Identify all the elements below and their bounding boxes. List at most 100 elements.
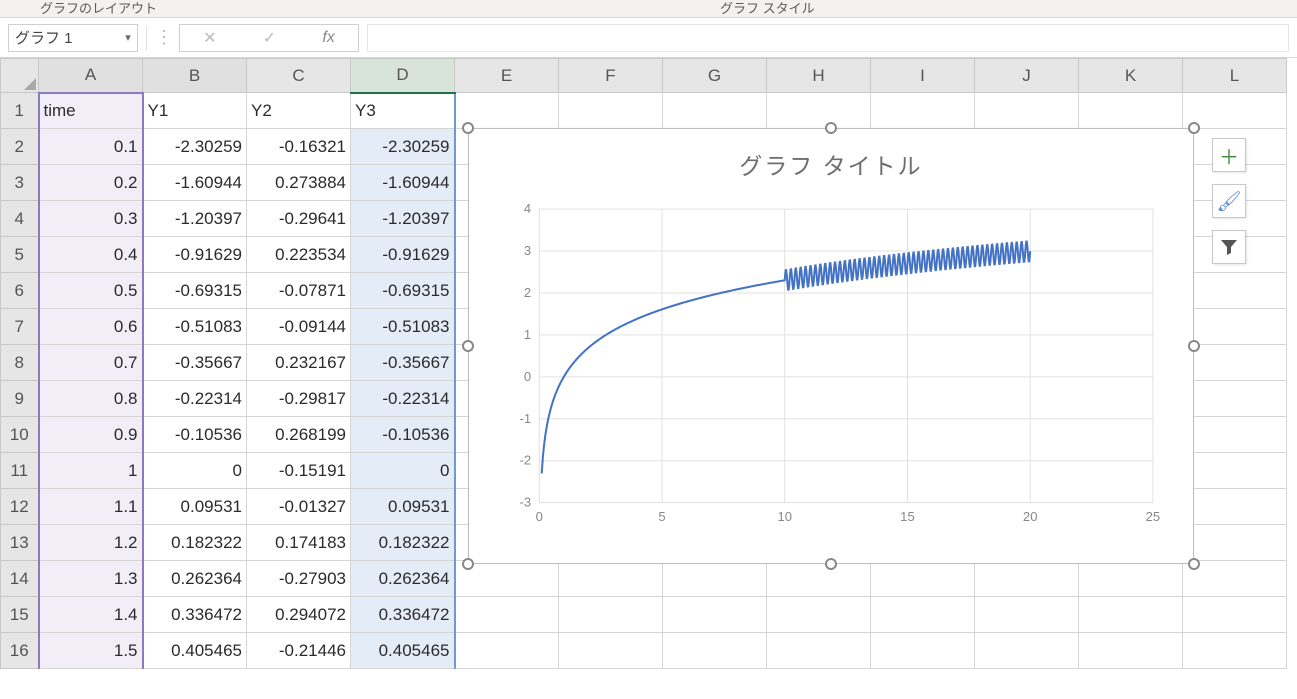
cell-A9[interactable]: 0.8 bbox=[39, 381, 143, 417]
column-header-G[interactable]: G bbox=[663, 59, 767, 93]
cell-H15[interactable] bbox=[767, 597, 871, 633]
cell-B12[interactable]: 0.09531 bbox=[143, 489, 247, 525]
cell-A14[interactable]: 1.3 bbox=[39, 561, 143, 597]
cell-D4[interactable]: -1.20397 bbox=[351, 201, 455, 237]
cell-A1[interactable]: time bbox=[39, 93, 143, 129]
cell-G1[interactable] bbox=[663, 93, 767, 129]
chart-title[interactable]: グラフ タイトル bbox=[469, 129, 1193, 181]
cell-I15[interactable] bbox=[871, 597, 975, 633]
name-box[interactable]: グラフ 1 ▾ bbox=[8, 24, 138, 52]
cell-L11[interactable] bbox=[1183, 453, 1287, 489]
cell-H1[interactable] bbox=[767, 93, 871, 129]
cell-L12[interactable] bbox=[1183, 489, 1287, 525]
row-header[interactable]: 4 bbox=[1, 201, 39, 237]
cell-I1[interactable] bbox=[871, 93, 975, 129]
cell-D5[interactable]: -0.91629 bbox=[351, 237, 455, 273]
cell-A3[interactable]: 0.2 bbox=[39, 165, 143, 201]
cell-C13[interactable]: 0.174183 bbox=[247, 525, 351, 561]
cell-B1[interactable]: Y1 bbox=[143, 93, 247, 129]
cell-L15[interactable] bbox=[1183, 597, 1287, 633]
row-header[interactable]: 8 bbox=[1, 345, 39, 381]
cell-A7[interactable]: 0.6 bbox=[39, 309, 143, 345]
accept-icon[interactable]: ✓ bbox=[263, 28, 276, 48]
cell-A4[interactable]: 0.3 bbox=[39, 201, 143, 237]
column-header-E[interactable]: E bbox=[455, 59, 559, 93]
cell-G14[interactable] bbox=[663, 561, 767, 597]
column-header-I[interactable]: I bbox=[871, 59, 975, 93]
cell-B11[interactable]: 0 bbox=[143, 453, 247, 489]
row-header[interactable]: 12 bbox=[1, 489, 39, 525]
cell-J16[interactable] bbox=[975, 633, 1079, 669]
cell-A6[interactable]: 0.5 bbox=[39, 273, 143, 309]
cell-A16[interactable]: 1.5 bbox=[39, 633, 143, 669]
cell-D2[interactable]: -2.30259 bbox=[351, 129, 455, 165]
cell-D12[interactable]: 0.09531 bbox=[351, 489, 455, 525]
cell-C10[interactable]: 0.268199 bbox=[247, 417, 351, 453]
select-all-cell[interactable] bbox=[1, 59, 39, 93]
column-header-F[interactable]: F bbox=[559, 59, 663, 93]
column-header-J[interactable]: J bbox=[975, 59, 1079, 93]
resize-handle[interactable] bbox=[1188, 122, 1200, 134]
column-header-L[interactable]: L bbox=[1183, 59, 1287, 93]
column-header-A[interactable]: A bbox=[39, 59, 143, 93]
cell-B10[interactable]: -0.10536 bbox=[143, 417, 247, 453]
cell-B8[interactable]: -0.35667 bbox=[143, 345, 247, 381]
cell-D6[interactable]: -0.69315 bbox=[351, 273, 455, 309]
cell-I14[interactable] bbox=[871, 561, 975, 597]
chart-elements-button[interactable]: ＋ bbox=[1212, 138, 1246, 172]
cell-K1[interactable] bbox=[1079, 93, 1183, 129]
chart-plot-area[interactable]: -3-2-1012340510152025 bbox=[499, 199, 1163, 533]
row-header[interactable]: 14 bbox=[1, 561, 39, 597]
cell-C5[interactable]: 0.223534 bbox=[247, 237, 351, 273]
cell-A10[interactable]: 0.9 bbox=[39, 417, 143, 453]
cell-H14[interactable] bbox=[767, 561, 871, 597]
cell-A8[interactable]: 0.7 bbox=[39, 345, 143, 381]
cell-E16[interactable] bbox=[455, 633, 559, 669]
cell-B7[interactable]: -0.51083 bbox=[143, 309, 247, 345]
row-header[interactable]: 9 bbox=[1, 381, 39, 417]
cell-C3[interactable]: 0.273884 bbox=[247, 165, 351, 201]
cell-L16[interactable] bbox=[1183, 633, 1287, 669]
cell-L13[interactable] bbox=[1183, 525, 1287, 561]
cell-B14[interactable]: 0.262364 bbox=[143, 561, 247, 597]
cancel-icon[interactable]: ✕ bbox=[203, 28, 216, 48]
cell-A12[interactable]: 1.1 bbox=[39, 489, 143, 525]
row-header[interactable]: 1 bbox=[1, 93, 39, 129]
cell-C4[interactable]: -0.29641 bbox=[247, 201, 351, 237]
chevron-down-icon[interactable]: ▾ bbox=[119, 31, 137, 44]
cell-D14[interactable]: 0.262364 bbox=[351, 561, 455, 597]
cell-G15[interactable] bbox=[663, 597, 767, 633]
cell-G16[interactable] bbox=[663, 633, 767, 669]
cell-C1[interactable]: Y2 bbox=[247, 93, 351, 129]
cell-A5[interactable]: 0.4 bbox=[39, 237, 143, 273]
cell-I16[interactable] bbox=[871, 633, 975, 669]
cell-B2[interactable]: -2.30259 bbox=[143, 129, 247, 165]
cell-D16[interactable]: 0.405465 bbox=[351, 633, 455, 669]
cell-K15[interactable] bbox=[1079, 597, 1183, 633]
cell-B15[interactable]: 0.336472 bbox=[143, 597, 247, 633]
row-header[interactable]: 13 bbox=[1, 525, 39, 561]
cell-C7[interactable]: -0.09144 bbox=[247, 309, 351, 345]
drag-handle-icon[interactable]: ⋮ bbox=[155, 27, 171, 48]
cell-C14[interactable]: -0.27903 bbox=[247, 561, 351, 597]
formula-input[interactable] bbox=[367, 24, 1289, 52]
cell-J1[interactable] bbox=[975, 93, 1079, 129]
row-header[interactable]: 16 bbox=[1, 633, 39, 669]
cell-K16[interactable] bbox=[1079, 633, 1183, 669]
cell-C11[interactable]: -0.15191 bbox=[247, 453, 351, 489]
row-header[interactable]: 15 bbox=[1, 597, 39, 633]
column-header-H[interactable]: H bbox=[767, 59, 871, 93]
cell-L7[interactable] bbox=[1183, 309, 1287, 345]
cell-F15[interactable] bbox=[559, 597, 663, 633]
cell-K14[interactable] bbox=[1079, 561, 1183, 597]
column-header-C[interactable]: C bbox=[247, 59, 351, 93]
row-header[interactable]: 10 bbox=[1, 417, 39, 453]
chart-filter-button[interactable] bbox=[1212, 230, 1246, 264]
cell-D7[interactable]: -0.51083 bbox=[351, 309, 455, 345]
cell-L6[interactable] bbox=[1183, 273, 1287, 309]
cell-A15[interactable]: 1.4 bbox=[39, 597, 143, 633]
cell-A11[interactable]: 1 bbox=[39, 453, 143, 489]
cell-F14[interactable] bbox=[559, 561, 663, 597]
cell-C2[interactable]: -0.16321 bbox=[247, 129, 351, 165]
cell-L9[interactable] bbox=[1183, 381, 1287, 417]
